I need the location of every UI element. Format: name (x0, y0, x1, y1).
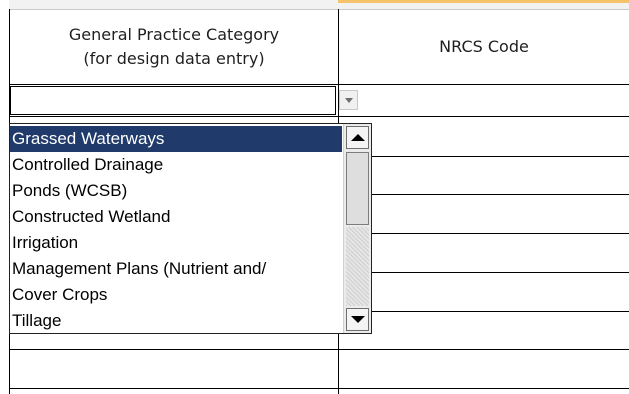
list-item[interactable]: Controlled Drainage (10, 152, 342, 178)
active-cell[interactable] (10, 86, 336, 115)
scrollbar-thumb[interactable] (346, 152, 369, 225)
list-item[interactable]: Grassed Waterways (10, 126, 342, 152)
grid-line (9, 388, 629, 389)
list-item[interactable]: Tillage (10, 308, 342, 333)
header-cell-nrcs-code[interactable]: NRCS Code (339, 10, 629, 84)
list-item[interactable]: Ponds (WCSB) (10, 178, 342, 204)
list-item[interactable]: Cover Crops (10, 282, 342, 308)
list-item[interactable]: Management Plans (Nutrient and/ (10, 256, 342, 282)
list-item[interactable]: Constructed Wetland (10, 204, 342, 230)
grid-line (9, 84, 629, 85)
header-line: General Practice Category (68, 25, 280, 44)
header-line: (for design data entry) (83, 49, 265, 68)
scrollbar-track[interactable] (346, 227, 369, 306)
chevron-down-icon (344, 97, 353, 103)
column-header-strip (9, 0, 629, 10)
spreadsheet-grid: General Practice Category (for design da… (0, 0, 629, 394)
scroll-up-button[interactable] (346, 126, 369, 149)
list-item[interactable]: Irrigation (10, 230, 342, 256)
header-cell-practice-category[interactable]: General Practice Category (for design da… (10, 10, 338, 84)
dropdown-button[interactable] (339, 90, 358, 110)
arrow-down-icon (350, 316, 365, 323)
dropdown-list[interactable]: Grassed Waterways Controlled Drainage Po… (9, 123, 372, 334)
header-label: NRCS Code (439, 37, 529, 56)
grid-line (9, 349, 629, 350)
grid-line (9, 116, 629, 117)
scroll-down-button[interactable] (346, 308, 369, 331)
vertical-scrollbar[interactable] (343, 124, 371, 333)
arrow-up-icon (350, 134, 365, 141)
selected-column-indicator (338, 0, 629, 3)
